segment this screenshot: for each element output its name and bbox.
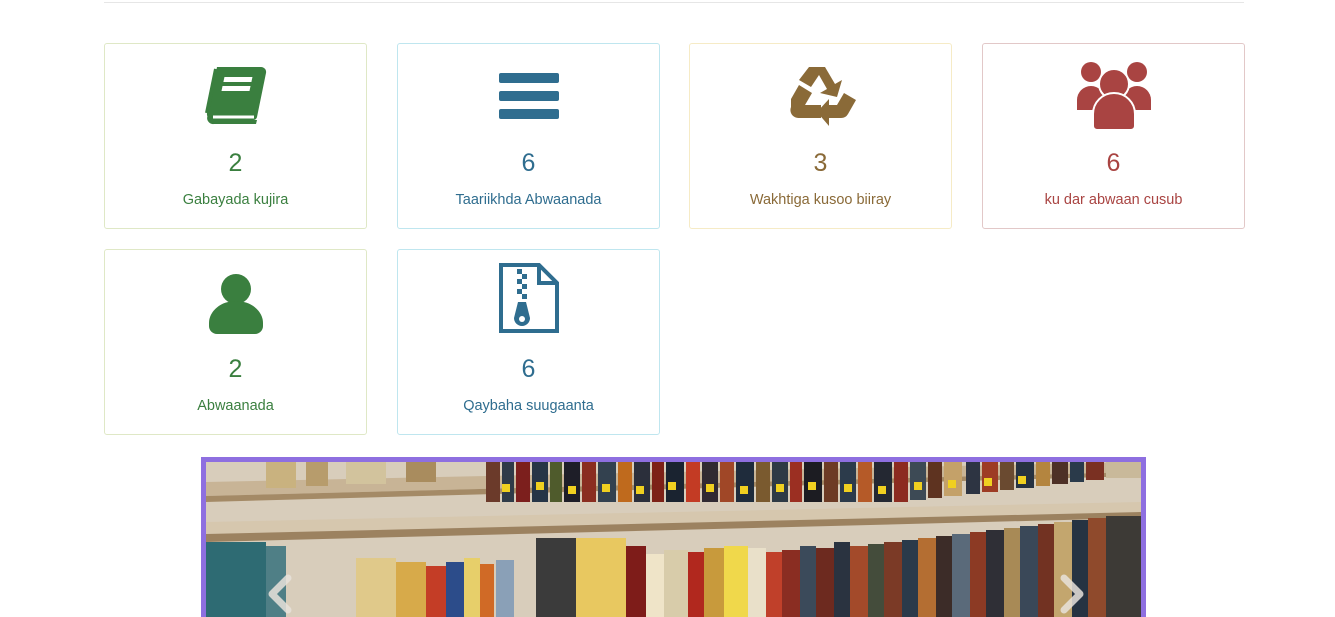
card-count: 6: [1106, 149, 1121, 177]
library-bookshelf-photo: [206, 462, 1141, 617]
card-label: Gabayada kujira: [182, 192, 289, 208]
zip-file-icon: [398, 263, 659, 333]
card-wakhtiga[interactable]: 3 Wakhtiga kusoo biiray: [689, 43, 952, 229]
card-ku-dar-abwaan[interactable]: 6 ku dar abwaan cusub: [982, 43, 1245, 229]
recycle-icon: [690, 62, 951, 130]
card-gabayada[interactable]: 2 Gabayada kujira: [104, 43, 367, 229]
card-abwaanada[interactable]: 2 Abwaanada: [104, 249, 367, 435]
card-label: Qaybaha suugaanta: [463, 398, 594, 414]
carousel-next-button[interactable]: [1058, 574, 1088, 614]
card-label: Wakhtiga kusoo biiray: [749, 192, 892, 208]
user-icon: [105, 270, 366, 338]
book-icon: [105, 62, 366, 130]
card-count: 6: [521, 149, 536, 177]
top-divider: [104, 2, 1244, 3]
bars-icon: [398, 62, 659, 130]
card-qaybaha[interactable]: 6 Qaybaha suugaanta: [397, 249, 660, 435]
chevron-left-icon: [268, 574, 292, 614]
card-count: 6: [521, 355, 536, 383]
card-label: Abwaanada: [197, 398, 274, 414]
card-count: 3: [813, 149, 828, 177]
users-icon: [983, 62, 1244, 131]
chevron-right-icon: [1060, 574, 1084, 614]
card-label: Taariikhda Abwaanada: [455, 192, 602, 208]
card-count: 2: [228, 149, 243, 177]
card-label: ku dar abwaan cusub: [1044, 192, 1183, 208]
card-taariikhda[interactable]: 6 Taariikhda Abwaanada: [397, 43, 660, 229]
library-carousel[interactable]: [201, 457, 1146, 617]
carousel-prev-button[interactable]: [264, 574, 294, 614]
card-count: 2: [228, 355, 243, 383]
